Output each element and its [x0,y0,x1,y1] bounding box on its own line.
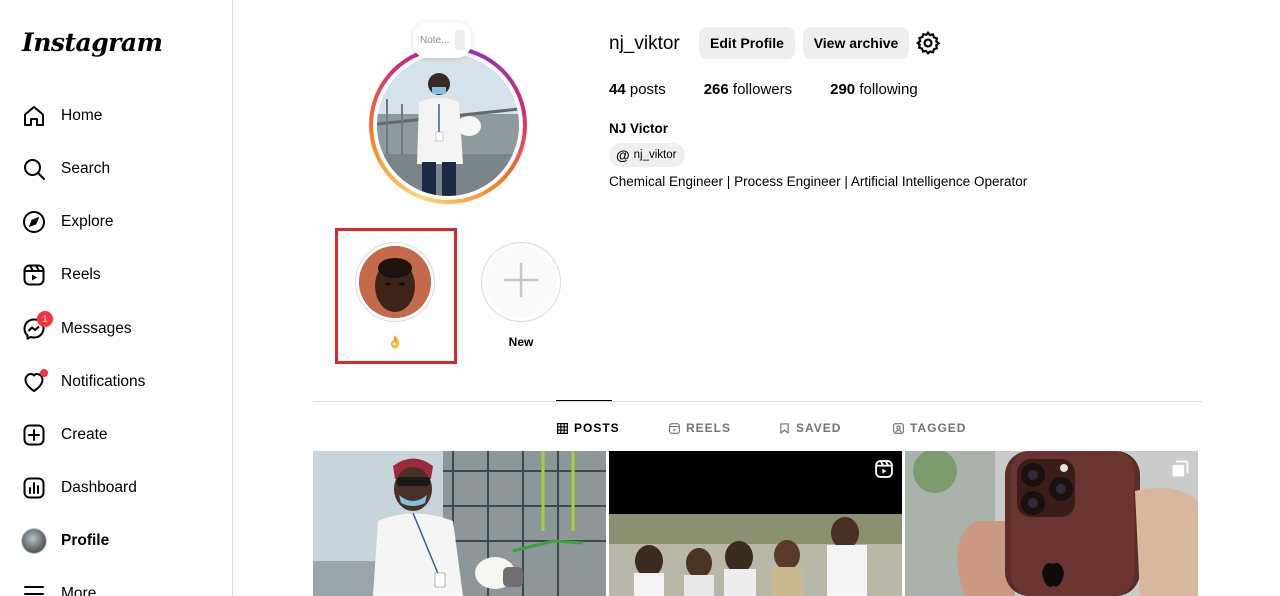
note-placeholder: Note... [420,34,450,46]
threads-link[interactable]: @ nj_viktor [609,143,686,167]
profile-bio: Chemical Engineer | Process Engineer | A… [609,174,1028,189]
search-icon [21,156,47,182]
sidebar-item-label: Reels [61,266,101,283]
sidebar-item-label: Search [61,160,111,177]
carousel-badge-icon [1170,459,1190,479]
heart-icon [21,369,48,395]
profile-full-name: NJ Victor [609,121,669,136]
home-icon [21,103,47,129]
sidebar-item-label: Create [61,426,108,443]
sidebar: Instagram Home Search Explore Reels 1 Me… [0,0,233,596]
post-tile[interactable] [905,451,1198,596]
active-tab-indicator [556,400,612,401]
profile-username: nj_viktor [609,33,680,54]
plus-icon [501,260,541,305]
posts-count: 44 posts [609,81,666,98]
sidebar-item-explore[interactable]: Explore [21,202,221,242]
tab-saved[interactable]: SAVED [779,420,841,436]
compass-icon [21,209,47,235]
sidebar-item-label: Explore [61,213,114,230]
sidebar-item-home[interactable]: Home [21,96,221,136]
settings-gear-icon[interactable] [915,30,941,56]
edit-profile-button[interactable]: Edit Profile [699,27,795,59]
sidebar-item-reels[interactable]: Reels [21,255,221,295]
profile-photo-story-ring[interactable] [369,46,527,204]
post-tile[interactable] [609,451,902,596]
tabs-divider [313,401,1202,402]
plus-square-icon [21,422,47,448]
sidebar-item-label: Dashboard [61,479,137,496]
sidebar-item-label: More [61,585,97,596]
grid-icon [557,422,568,434]
reel-badge-icon [874,459,894,479]
view-archive-button[interactable]: View archive [803,27,909,59]
sidebar-item-more[interactable]: More [21,574,221,596]
sidebar-item-messages[interactable]: 1 Messages [21,309,221,349]
highlight-cover-image [359,246,431,318]
threads-handle: nj_viktor [633,149,677,161]
avatar [21,528,47,554]
following-link[interactable]: 290 following [830,81,918,98]
sidebar-item-create[interactable]: Create [21,415,221,455]
sidebar-item-profile[interactable]: Profile [21,521,221,561]
followers-link[interactable]: 266 followers [704,81,792,98]
note-stepper-icon [455,30,465,50]
new-highlight-button[interactable]: New [481,242,561,349]
tagged-icon [893,422,904,434]
sidebar-item-label: Profile [61,532,110,549]
profile-stats: 44 posts 266 followers 290 following [609,81,956,98]
highlight-label: 👌 [387,335,403,349]
sidebar-item-search[interactable]: Search [21,149,221,189]
highlight-label: New [508,335,534,349]
post-tile[interactable] [313,451,606,596]
tab-reels[interactable]: REELS [669,420,731,436]
sidebar-item-notifications[interactable]: Notifications [21,362,221,402]
tab-tagged[interactable]: TAGGED [893,420,966,436]
reels-icon [669,422,680,434]
messenger-icon: 1 [21,311,53,342]
reels-icon [21,262,47,288]
bookmark-icon [779,422,790,434]
note-input[interactable]: Note... [413,22,471,58]
dashboard-icon [21,475,47,501]
story-highlight[interactable]: 👌 [355,242,435,349]
sidebar-item-label: Notifications [61,373,146,390]
menu-icon [21,581,47,596]
sidebar-item-label: Messages [61,320,132,337]
sidebar-item-dashboard[interactable]: Dashboard [21,468,221,508]
tab-posts[interactable]: POSTS [557,420,620,436]
instagram-logo[interactable]: Instagram [22,28,163,57]
threads-icon: @ [616,147,630,163]
profile-photo [377,54,519,196]
sidebar-item-label: Home [61,107,103,124]
messages-badge: 1 [37,311,53,327]
notification-dot [40,369,48,377]
